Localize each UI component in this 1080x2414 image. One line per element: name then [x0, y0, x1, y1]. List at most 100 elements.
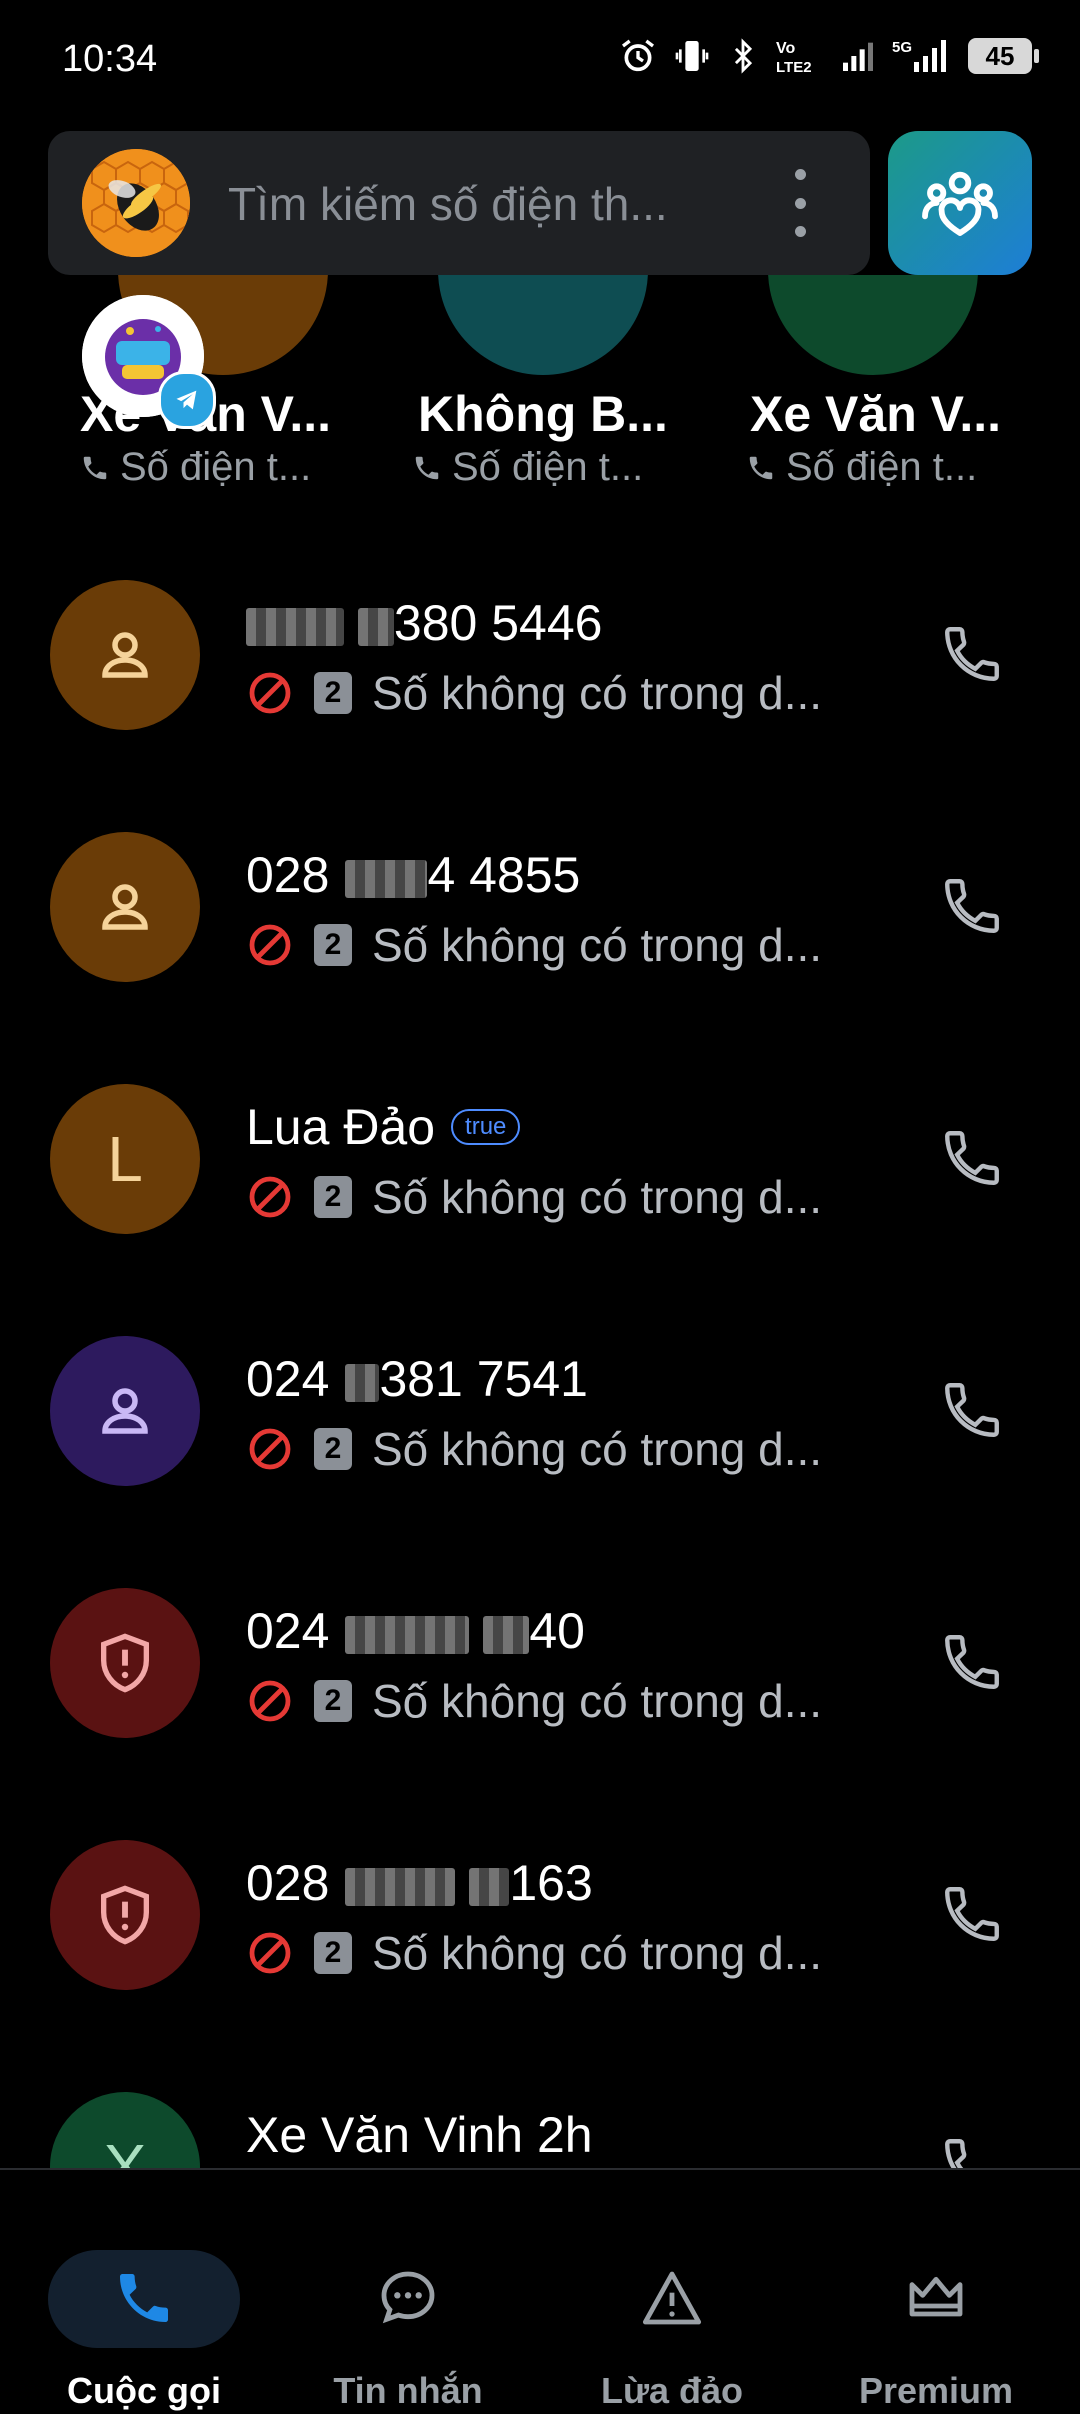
phone-icon — [14, 2262, 274, 2334]
favorites-row: Xe Văn V... Số điện t... Không B... Số đ… — [0, 275, 1080, 505]
signal-1-icon — [843, 42, 873, 71]
favorite-subtitle-text: Số điện t... — [786, 445, 978, 489]
person-icon — [102, 1388, 148, 1434]
nav-label-calls: Cuộc gọi — [67, 2370, 221, 2411]
contact-avatar — [50, 832, 200, 982]
call-subtitle: 2 Số không có trong d... — [246, 666, 822, 720]
status-icons: Vo LTE2 5G 45 — [618, 36, 1039, 76]
battery-indicator: 45 — [968, 38, 1039, 74]
call-number: 028 4 4855 — [246, 846, 580, 904]
blurred-number — [345, 846, 428, 904]
call-button[interactable] — [932, 2126, 1012, 2170]
bottom-navigation: Cuộc gọi Tin nhắn Lừa đảo Premium — [0, 2168, 1080, 2414]
avatar-letter: L — [107, 1123, 143, 1195]
volte-icon: Vo LTE2 — [776, 40, 812, 76]
blocked-icon — [249, 1680, 291, 1722]
call-subtitle-text: Số không có trong d... — [372, 1675, 823, 1727]
5g-label: 5G — [892, 39, 912, 56]
nav-tab-messages[interactable]: Tin nhắn — [278, 2210, 538, 2411]
call-contact-name: Xe Văn Vinh 2h — [246, 2106, 593, 2164]
call-subtitle: 2 Số không có trong d... — [246, 1170, 822, 1224]
avatar-letter: X — [103, 2131, 147, 2170]
call-subtitle-text: Số không có trong d... — [372, 1927, 823, 1979]
sim-2-icon: 2 — [314, 672, 352, 714]
phone-icon — [749, 456, 773, 479]
call-button[interactable] — [932, 1118, 1012, 1198]
more-options-icon[interactable] — [786, 169, 814, 237]
contact-avatar — [50, 1840, 200, 1990]
call-number: 024 381 7541 — [246, 1350, 588, 1408]
status-time: 10:34 — [62, 38, 158, 80]
call-subtitle: 2 Số không có trong d... — [246, 918, 822, 972]
profile-avatar[interactable] — [82, 149, 190, 257]
blurred-number — [345, 1602, 530, 1660]
call-number-text: 40 — [529, 1603, 585, 1659]
favorite-subtitle: Số điện t... — [746, 445, 977, 490]
call-number-prefix: 028 — [246, 1855, 330, 1911]
call-number-text: 381 7541 — [379, 1351, 588, 1407]
nav-tab-calls[interactable]: Cuộc gọi — [14, 2210, 274, 2411]
call-number: 380 5446 — [246, 594, 602, 652]
contact-avatar — [50, 580, 200, 730]
call-button[interactable] — [932, 1874, 1012, 1954]
call-subtitle: 2 Số không có trong d... — [246, 1422, 822, 1476]
call-button[interactable] — [932, 1370, 1012, 1450]
telegram-icon — [158, 371, 216, 429]
blocked-icon — [249, 1428, 291, 1470]
favorite-name[interactable]: Xe Văn V... — [750, 385, 1001, 443]
person-icon — [102, 884, 148, 930]
phone-icon — [945, 1383, 999, 1437]
search-bar[interactable]: Tìm kiếm số điện th... — [48, 131, 870, 275]
volte-label: Vo — [776, 40, 795, 57]
sim-2-icon: 2 — [314, 1680, 352, 1722]
status-bar: 10:34 Vo LTE2 5G 45 — [0, 0, 1080, 120]
call-subtitle-text: Số không có trong d... — [372, 1423, 823, 1475]
search-input[interactable]: Tìm kiếm số điện th... — [228, 177, 668, 231]
call-name-text: Lua Đảo — [246, 1099, 436, 1155]
favorite-subtitle: Số điện t... — [80, 445, 311, 490]
family-group-button[interactable] — [888, 131, 1032, 275]
call-log-list: 380 5446 2 Số không có trong d... 028 4 … — [0, 540, 1080, 2170]
nav-tab-scam[interactable]: Lừa đảo — [542, 2210, 802, 2411]
call-subtitle: 2 Số không có trong d... — [246, 1674, 822, 1728]
call-number-text: 380 5446 — [393, 595, 603, 651]
sim-2-icon: 2 — [314, 1428, 352, 1470]
call-button[interactable] — [932, 1622, 1012, 1702]
phone-icon — [945, 1131, 999, 1185]
nav-tab-premium[interactable]: Premium — [806, 2210, 1066, 2411]
favorite-avatar[interactable] — [438, 275, 648, 375]
call-number-text: 4 4855 — [427, 847, 581, 903]
favorite-avatar[interactable] — [768, 275, 978, 375]
call-number-prefix: 028 — [246, 847, 330, 903]
call-subtitle-text: Số không có trong d... — [372, 667, 823, 719]
call-number: 024 40 — [246, 1602, 585, 1660]
contact-avatar: X — [50, 2092, 200, 2170]
call-subtitle-text: Số không có trong d... — [372, 919, 823, 971]
call-subtitle: 2 Số không có trong d... — [246, 1926, 822, 1980]
bluetooth-icon — [734, 38, 753, 74]
warning-icon — [542, 2262, 802, 2334]
call-number-prefix: 024 — [246, 1603, 330, 1659]
call-log-item[interactable]: 024 40 2 Số không có trong d... — [0, 1568, 1080, 1820]
contact-avatar — [50, 1588, 200, 1738]
sim-2-icon: 2 — [314, 924, 352, 966]
call-button[interactable] — [932, 614, 1012, 694]
call-button[interactable] — [932, 866, 1012, 946]
favorite-subtitle: Số điện t... — [412, 445, 643, 490]
phone-icon — [945, 1635, 999, 1689]
call-log-item[interactable]: 028 163 2 Số không có trong d... — [0, 1820, 1080, 2072]
favorite-name[interactable]: Không B... — [418, 385, 668, 443]
call-log-item[interactable]: X Xe Văn Vinh 2h — [0, 2072, 1080, 2170]
nav-label-messages: Tin nhắn — [333, 2370, 483, 2411]
sim-2-icon: 2 — [314, 1176, 352, 1218]
call-log-item[interactable]: L Lua Đảo true 2 Số không có trong d... — [0, 1064, 1080, 1316]
favorite-subtitle-text: Số điện t... — [120, 445, 312, 489]
true-badge: true — [451, 1109, 521, 1145]
blurred-number — [345, 1854, 510, 1912]
call-log-item[interactable]: 028 4 4855 2 Số không có trong d... — [0, 812, 1080, 1064]
phone-icon — [83, 456, 107, 479]
call-log-item[interactable]: 024 381 7541 2 Số không có trong d... — [0, 1316, 1080, 1568]
call-log-item[interactable]: 380 5446 2 Số không có trong d... — [0, 560, 1080, 812]
blocked-icon — [249, 924, 291, 966]
shield-icon — [101, 1885, 149, 1945]
